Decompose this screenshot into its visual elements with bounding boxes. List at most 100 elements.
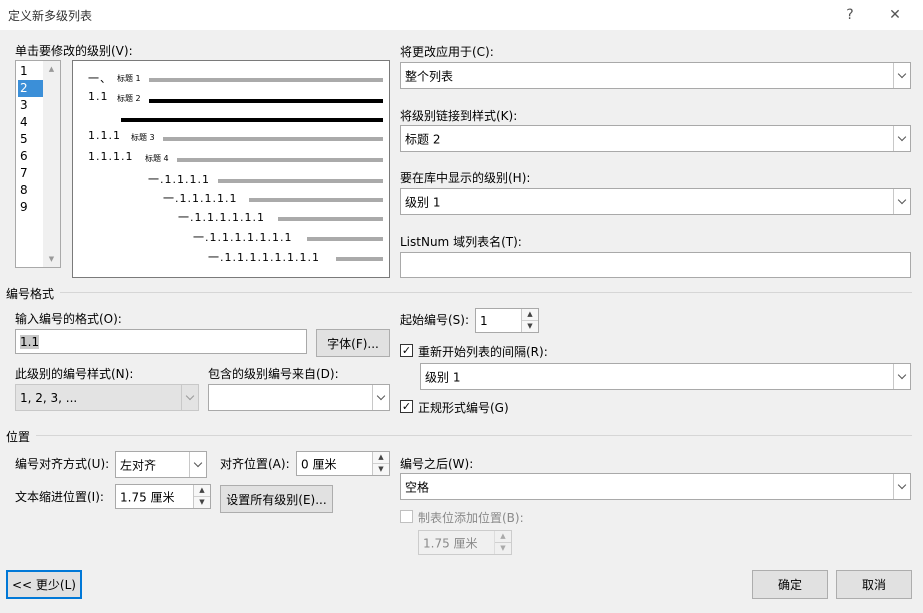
chevron-down-icon <box>897 370 907 380</box>
spin-down-icon[interactable]: ▼ <box>495 543 511 555</box>
levels-label: 单击要修改的级别(V): <box>15 44 133 58</box>
dropdown-button[interactable] <box>181 385 198 410</box>
text-indent-spinner[interactable]: 1.75 厘米 ▲ ▼ <box>115 484 211 509</box>
dropdown-button[interactable] <box>893 63 910 88</box>
tab-stop-checkbox[interactable] <box>400 510 413 523</box>
font-button[interactable]: 字体(F)... <box>316 329 390 357</box>
restart-label: 重新开始列表的间隔(R): <box>418 345 548 359</box>
dialog-title: 定义新多级列表 <box>8 9 93 23</box>
close-icon: ✕ <box>889 7 901 23</box>
preview-number: 一.1.1.1.1 <box>148 173 210 186</box>
position-section-title: 位置 <box>6 430 31 444</box>
start-at-spinner[interactable]: 1 ▲ ▼ <box>475 308 539 333</box>
scroll-down-icon[interactable]: ▼ <box>43 255 60 263</box>
number-style-value: 1, 2, 3, ... <box>20 390 78 405</box>
start-at-value: 1 <box>480 313 488 328</box>
level-item[interactable]: 4 <box>18 114 43 131</box>
number-style-label: 此级别的编号样式(N): <box>15 367 134 381</box>
level-list-scrollbar[interactable]: ▲ ▼ <box>43 61 60 267</box>
title-bar <box>0 0 923 30</box>
preview-number: 1.1 <box>88 90 109 103</box>
apply-to-select[interactable]: 整个列表 <box>400 62 911 89</box>
chevron-down-icon <box>376 391 386 401</box>
spin-down-icon[interactable]: ▼ <box>522 321 538 333</box>
preview-number: 1.1.1.1 <box>88 150 134 163</box>
close-button[interactable]: ✕ <box>880 4 910 26</box>
chevron-down-icon <box>897 480 907 490</box>
level-item[interactable]: 7 <box>18 165 43 182</box>
dropdown-button[interactable] <box>893 364 910 389</box>
tab-stop-value: 1.75 厘米 <box>423 536 478 550</box>
preview-heading: 标题 2 <box>117 94 141 103</box>
restart-level-select[interactable]: 级别 1 <box>420 363 911 390</box>
cancel-button[interactable]: 取消 <box>836 570 912 599</box>
tab-stop-label: 制表位添加位置(B): <box>418 511 524 525</box>
ok-button[interactable]: 确定 <box>752 570 828 599</box>
level-item[interactable]: 6 <box>18 148 43 165</box>
text-indent-value: 1.75 厘米 <box>120 490 175 504</box>
link-style-label: 将级别链接到样式(K): <box>400 109 518 123</box>
dropdown-button[interactable] <box>189 452 206 477</box>
listnum-input[interactable] <box>400 252 911 278</box>
link-style-value: 标题 2 <box>405 132 441 146</box>
scroll-up-icon[interactable]: ▲ <box>43 65 60 73</box>
number-style-select[interactable]: 1, 2, 3, ... <box>15 384 199 411</box>
preview-bar <box>163 137 383 141</box>
follow-number-select[interactable]: 空格 <box>400 473 911 500</box>
less-button[interactable]: << 更少(L) <box>6 570 82 599</box>
help-button[interactable]: ? <box>835 4 865 26</box>
legal-numbering-label: 正规形式编号(G) <box>418 401 509 415</box>
gallery-level-value: 级别 1 <box>405 195 441 209</box>
chevron-down-icon <box>897 132 907 142</box>
spinner-buttons[interactable]: ▲ ▼ <box>494 531 511 554</box>
legal-numbering-checkbox[interactable]: ✓ <box>400 400 413 413</box>
restart-checkbox[interactable]: ✓ <box>400 344 413 357</box>
spin-up-icon[interactable]: ▲ <box>495 531 511 543</box>
spin-up-icon[interactable]: ▲ <box>373 452 389 464</box>
chevron-down-icon <box>897 69 907 79</box>
dropdown-button[interactable] <box>893 126 910 151</box>
align-at-spinner[interactable]: 0 厘米 ▲ ▼ <box>296 451 390 476</box>
preview-heading: 标题 3 <box>131 133 155 142</box>
set-all-levels-button[interactable]: 设置所有级别(E)... <box>220 485 333 513</box>
level-list[interactable]: 1 2 3 4 5 6 7 8 9 ▲ ▼ <box>15 60 61 268</box>
list-preview: 一、 标题 1 1.1 标题 2 1.1.1 标题 3 1.1.1.1 标题 4… <box>72 60 390 278</box>
alignment-value: 左对齐 <box>120 458 157 472</box>
include-level-select[interactable] <box>208 384 390 411</box>
link-style-select[interactable]: 标题 2 <box>400 125 911 152</box>
preview-number: 一.1.1.1.1.1.1.1.1 <box>208 251 320 264</box>
apply-to-value: 整个列表 <box>405 69 454 83</box>
restart-level-value: 级别 1 <box>425 370 461 384</box>
preview-bar-selected <box>121 118 383 122</box>
alignment-select[interactable]: 左对齐 <box>115 451 207 478</box>
number-format-input[interactable]: 1.1 <box>15 329 307 354</box>
dropdown-button[interactable] <box>893 474 910 499</box>
spin-down-icon[interactable]: ▼ <box>373 464 389 476</box>
spinner-buttons[interactable]: ▲ ▼ <box>372 452 389 475</box>
level-item[interactable]: 9 <box>18 199 43 216</box>
format-label: 输入编号的格式(O): <box>15 312 122 326</box>
spinner-buttons[interactable]: ▲ ▼ <box>193 485 210 508</box>
start-at-label: 起始编号(S): <box>400 313 470 327</box>
number-format-value: 1.1 <box>20 334 40 349</box>
gallery-level-select[interactable]: 级别 1 <box>400 188 911 215</box>
spin-up-icon[interactable]: ▲ <box>194 485 210 497</box>
align-label: 编号对齐方式(U): <box>15 457 110 471</box>
dropdown-button[interactable] <box>893 189 910 214</box>
spin-up-icon[interactable]: ▲ <box>522 309 538 321</box>
section-divider <box>60 292 912 293</box>
level-item[interactable]: 8 <box>18 182 43 199</box>
level-item[interactable]: 5 <box>18 131 43 148</box>
spinner-buttons[interactable]: ▲ ▼ <box>521 309 538 332</box>
tab-stop-spinner[interactable]: 1.75 厘米 ▲ ▼ <box>418 530 512 555</box>
level-item-selected[interactable]: 2 <box>18 80 43 97</box>
preview-bar <box>218 179 383 183</box>
spin-down-icon[interactable]: ▼ <box>194 497 210 509</box>
dropdown-button[interactable] <box>372 385 389 410</box>
follow-number-label: 编号之后(W): <box>400 457 474 471</box>
chevron-down-icon <box>193 458 203 468</box>
level-item[interactable]: 3 <box>18 97 43 114</box>
preview-bar <box>307 237 383 241</box>
preview-number: 1.1.1 <box>88 129 121 142</box>
level-item[interactable]: 1 <box>18 63 43 80</box>
